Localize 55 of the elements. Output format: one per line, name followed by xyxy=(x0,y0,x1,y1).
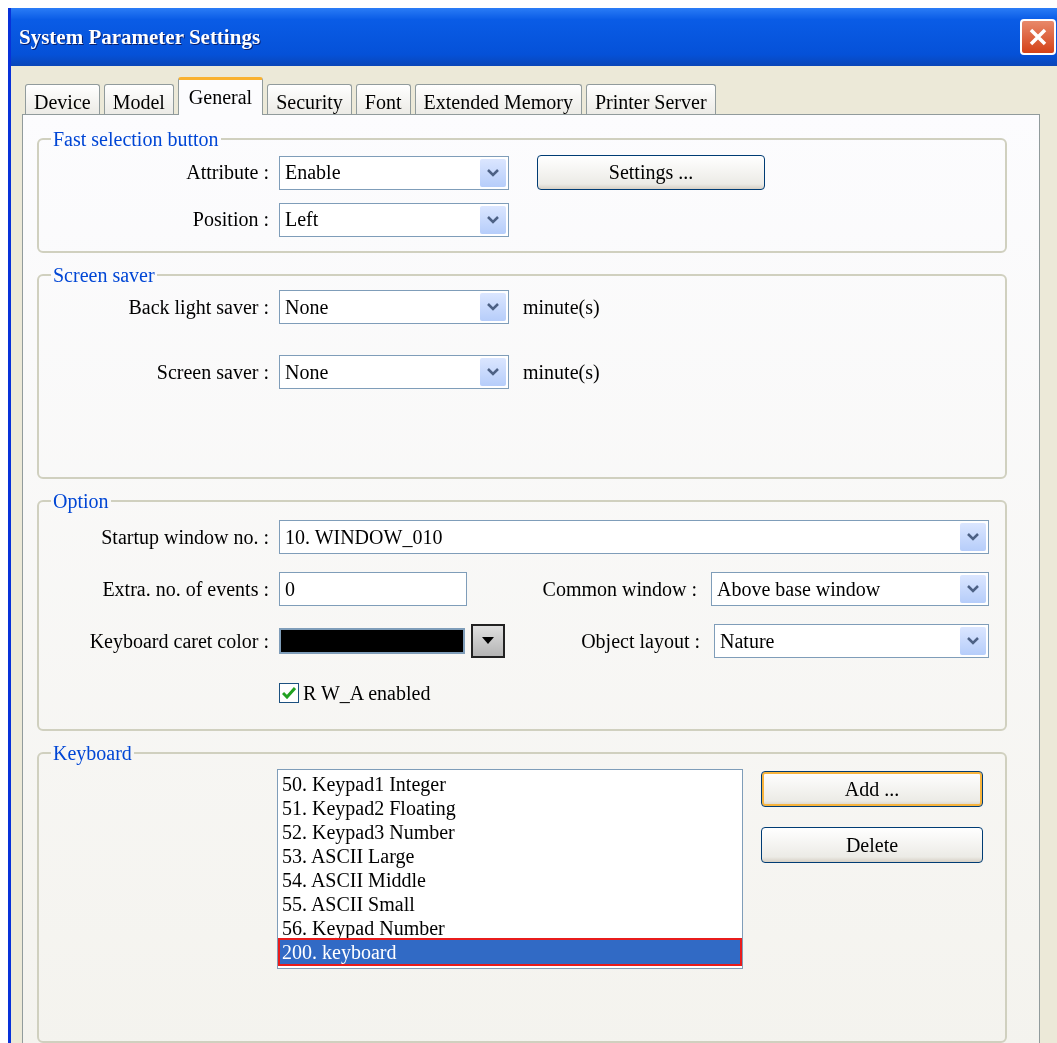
button[interactable]: Delete xyxy=(761,827,983,863)
chevron-down-icon[interactable] xyxy=(960,575,986,603)
list-item[interactable]: 56. Keypad Number xyxy=(280,916,740,940)
checkbox[interactable] xyxy=(279,683,299,703)
window-title: System Parameter Settings xyxy=(19,24,262,50)
list-box[interactable]: 50. Keypad1 Integer 51. Keypad2 Floating 52. Keypad3 Number 53. ASCII Large 54. ASCII Middle 55. ASCII Small 56. Keypad Number 200. keyboard xyxy=(277,769,743,969)
dropdown[interactable]: Enable xyxy=(279,155,509,190)
list-item[interactable]: 55. ASCII Small xyxy=(280,892,740,916)
tab[interactable]: Model xyxy=(103,84,174,114)
unit-label: minute(s) xyxy=(523,295,600,319)
group-title: Fast selection button xyxy=(52,129,220,149)
chevron-down-icon[interactable] xyxy=(480,205,506,234)
field-label: Keyboard caret color : xyxy=(88,629,269,653)
dropdown[interactable]: None xyxy=(279,290,509,324)
tab[interactable]: Font xyxy=(355,84,411,114)
settings-button[interactable]: Settings ... xyxy=(537,155,765,190)
field-label: Attribute : xyxy=(185,161,269,184)
tab[interactable]: General xyxy=(177,77,264,115)
tab[interactable]: Extended Memory xyxy=(414,84,582,114)
field-label: Extra. no. of events : xyxy=(101,577,269,601)
dropdown[interactable]: Above base window xyxy=(711,572,989,606)
tab[interactable]: Security xyxy=(267,84,352,114)
dropdown[interactable]: 10. WINDOW_010 xyxy=(279,520,989,554)
close-icon xyxy=(1027,26,1049,48)
close-button[interactable] xyxy=(1020,19,1056,55)
chevron-down-icon[interactable] xyxy=(960,523,986,551)
chevron-down-icon[interactable] xyxy=(960,627,986,655)
dropdown[interactable]: None xyxy=(279,355,509,389)
list-item[interactable]: 50. Keypad1 Integer xyxy=(280,772,740,796)
dropdown[interactable]: Left xyxy=(279,202,509,237)
field-label: Screen saver : xyxy=(155,360,269,384)
field-label: Position : xyxy=(191,208,269,231)
group-title: Option xyxy=(52,491,110,511)
chevron-down-icon[interactable] xyxy=(480,158,506,187)
input-field[interactable]: 0 xyxy=(279,572,467,606)
field-label: Back light saver : xyxy=(127,295,269,319)
field-label: Common window : xyxy=(541,577,697,601)
group-title: Screen saver xyxy=(52,265,156,285)
checkbox-label: R W_A enabled xyxy=(303,681,431,705)
list-item[interactable]: 200. keyboard xyxy=(280,940,740,964)
unit-label: minute(s) xyxy=(523,360,600,384)
list-item[interactable]: 54. ASCII Middle xyxy=(280,868,740,892)
list-item[interactable]: 53. ASCII Large xyxy=(280,844,740,868)
field-label: Startup window no. : xyxy=(100,525,269,549)
chevron-down-icon[interactable] xyxy=(480,293,506,321)
list-item[interactable]: 51. Keypad2 Floating xyxy=(280,796,740,820)
tab[interactable]: Device xyxy=(25,84,100,114)
color-swatch[interactable] xyxy=(279,628,465,654)
group-title: Keyboard xyxy=(52,743,133,763)
tab[interactable]: Printer Server xyxy=(585,84,716,114)
button[interactable]: Add ... xyxy=(761,771,983,807)
chevron-down-icon[interactable] xyxy=(480,358,506,386)
list-item[interactable]: 52. Keypad3 Number xyxy=(280,820,740,844)
dropdown[interactable]: Nature xyxy=(714,624,989,658)
field-label: Object layout : xyxy=(580,629,700,653)
